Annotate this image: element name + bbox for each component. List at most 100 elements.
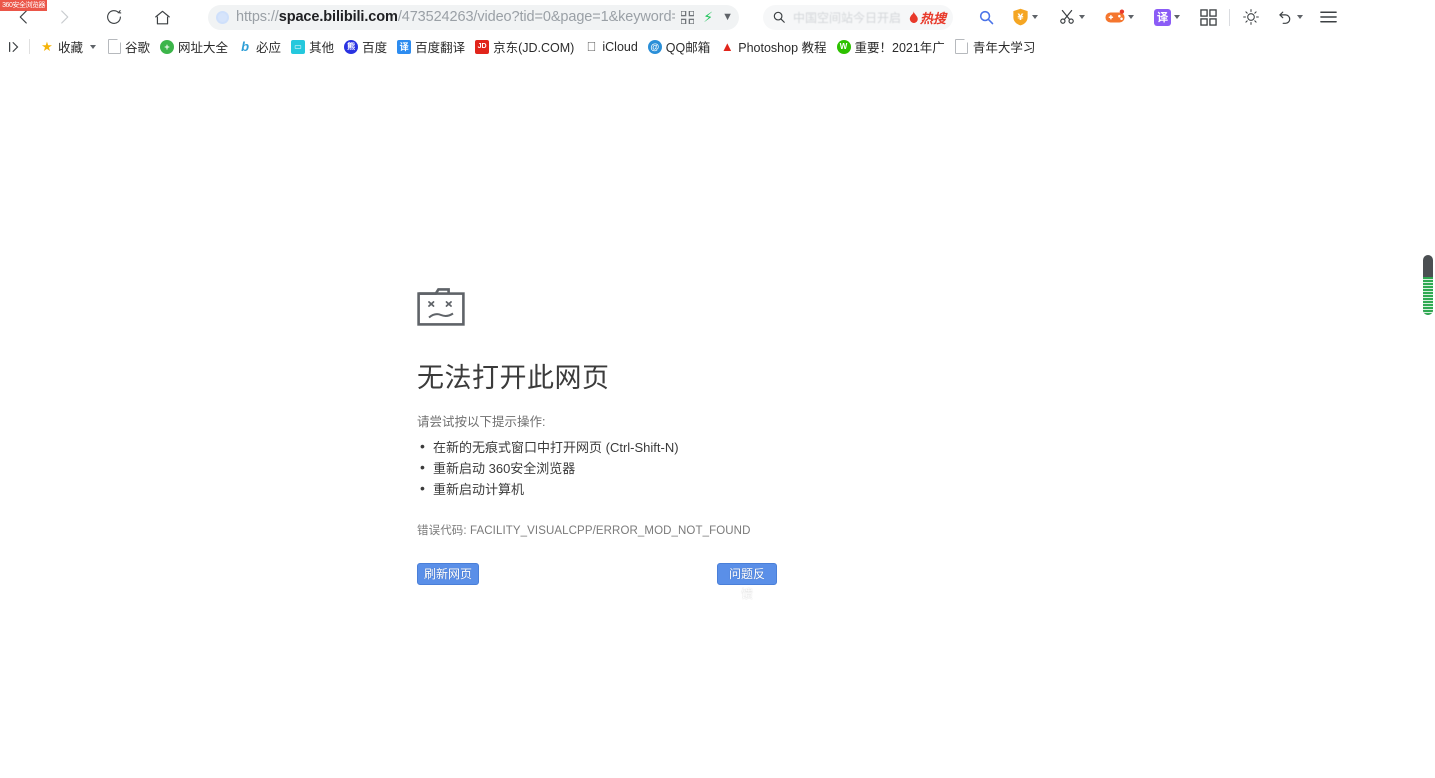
report-problem-button[interactable]: 问题反馈 (717, 563, 777, 585)
bookmark-label: 网址大全 (178, 37, 228, 56)
page-title: 无法打开此网页 (417, 356, 1117, 395)
toolbar-game-button[interactable] (1100, 0, 1139, 34)
apple-icon:  (584, 40, 598, 54)
scrollbar-thumb[interactable] (1423, 255, 1433, 315)
toolbar-menu-button[interactable] (1314, 0, 1343, 34)
list-item: 在新的无痕式窗口中打开网页 (Ctrl-Shift-N) (417, 437, 1117, 458)
list-item: 重新启动 360安全浏览器 (417, 458, 1117, 479)
error-page: 无法打开此网页 请尝试按以下提示操作: 在新的无痕式窗口中打开网页 (Ctrl-… (417, 284, 1117, 587)
search-icon (772, 10, 786, 24)
toolbar-apps-button[interactable] (1195, 0, 1222, 34)
bookmark-item-baidu[interactable]: 熊 百度 (339, 35, 392, 58)
apps-grid-icon (1200, 9, 1217, 26)
svg-text:¥: ¥ (1018, 13, 1024, 23)
bookmark-label: 重要！2021年广 (855, 37, 945, 56)
game-controller-icon (1105, 9, 1125, 25)
toolbar-screenshot-button[interactable] (1053, 0, 1090, 34)
address-bar-url: https://space.bilibili.com/473524263/vid… (236, 9, 675, 25)
translate-dropdown-caret-icon[interactable] (1174, 15, 1180, 19)
list-item: 重新启动计算机 (417, 479, 1117, 500)
page-scrollbar[interactable] (1420, 59, 1435, 778)
bookmark-label: Photoshop 教程 (738, 37, 826, 56)
scrollbar-thumb-accent (1423, 277, 1433, 315)
flame-icon (907, 11, 919, 24)
bookmark-item-other[interactable]: ▭ 其他 (286, 35, 339, 58)
bookmark-item-qqmail[interactable]: @ QQ邮箱 (643, 35, 715, 58)
bookmarks-divider (29, 39, 30, 54)
photoshop-icon: ▲ (720, 40, 734, 54)
site-info-icon[interactable] (216, 11, 229, 24)
bookmarks-overflow-button[interactable] (4, 38, 24, 56)
refresh-page-button[interactable]: 刷新网页 (417, 563, 479, 585)
hamburger-menu-icon (1319, 9, 1338, 25)
favorites-caret-icon[interactable] (90, 45, 96, 49)
bookmark-item-youth-study[interactable]: 青年大学习 (950, 35, 1041, 58)
bookmark-item-baidu-fanyi[interactable]: 译 百度翻译 (392, 35, 470, 58)
star-icon: ★ (40, 40, 54, 54)
toolbar-undo-button[interactable] (1271, 0, 1308, 34)
bookmark-item-google[interactable]: 谷歌 (102, 35, 155, 58)
bookmark-label: iCloud (602, 40, 637, 54)
error-code: 错误代码: FACILITY_VISUALCPP/ERROR_MOD_NOT_F… (417, 522, 1117, 538)
lightning-icon[interactable]: ⚡ (703, 10, 713, 24)
reload-button[interactable] (94, 0, 134, 34)
forward-button[interactable] (44, 0, 84, 34)
jd-icon: JD (475, 40, 489, 54)
bookmarks-overflow-icon (7, 40, 21, 54)
bookmark-label: 青年大学习 (973, 37, 1036, 56)
bookmark-item-favorites[interactable]: ★ 收藏 (35, 35, 88, 58)
chevron-down-icon[interactable]: ▼ (722, 12, 733, 23)
page-icon (955, 40, 969, 54)
undo-dropdown-caret-icon[interactable] (1297, 15, 1303, 19)
url-scheme: https:// (236, 9, 279, 25)
reload-icon (105, 8, 123, 26)
search-input-placeholder[interactable]: 中国空间站今日开启 (793, 9, 907, 26)
toolbar-search-button[interactable] (973, 0, 1000, 34)
toolbar-translate-button[interactable]: 译 (1149, 0, 1185, 34)
brightness-icon (1242, 8, 1260, 26)
bookmark-label: QQ邮箱 (666, 37, 710, 56)
bookmark-label: 收藏 (58, 37, 83, 56)
toolbar-shield-button[interactable]: ¥ (1007, 0, 1043, 34)
bookmark-label: 京东(JD.COM) (493, 37, 574, 56)
bing-icon: b (238, 40, 252, 54)
error-subtitle: 请尝试按以下提示操作: (417, 411, 1117, 430)
search-box[interactable]: 中国空间站今日开启 热搜 (763, 5, 953, 30)
address-bar[interactable]: https://space.bilibili.com/473524263/vid… (208, 5, 739, 30)
sad-folder-icon (417, 284, 465, 326)
bookmark-item-jd[interactable]: JD 京东(JD.COM) (470, 35, 579, 58)
page-viewport: 无法打开此网页 请尝试按以下提示操作: 在新的无痕式窗口中打开网页 (Ctrl-… (0, 59, 1435, 778)
url-path: /473524263/video?tid=0&page=1&keyword=&o… (398, 9, 675, 25)
error-actions: 刷新网页 问题反馈 (417, 563, 777, 587)
screenshot-dropdown-caret-icon[interactable] (1079, 15, 1085, 19)
url-domain: space.bilibili.com (279, 9, 398, 25)
forward-arrow-icon (55, 8, 73, 26)
scissors-icon (1058, 8, 1076, 26)
hot-search-label: 热搜 (920, 8, 946, 27)
folder-icon: ▭ (291, 40, 305, 54)
game-dropdown-caret-icon[interactable] (1128, 15, 1134, 19)
bookmark-label: 百度 (362, 37, 387, 56)
undo-icon (1276, 8, 1294, 26)
bookmark-label: 必应 (256, 37, 281, 56)
hot-search-badge[interactable]: 热搜 (907, 8, 949, 27)
magnifier-icon (978, 9, 995, 26)
browser-toolbar: 360安全浏览器 https://space.bilibili.com/4735… (0, 0, 1435, 34)
bookmark-item-important[interactable]: W 重要！2021年广 (832, 35, 950, 58)
bookmark-label: 其他 (309, 37, 334, 56)
bookmark-item-hao123[interactable]: + 网址大全 (155, 35, 233, 58)
qqmail-icon: @ (648, 40, 662, 54)
toolbar-brightness-button[interactable] (1237, 0, 1265, 34)
suggestion-list: 在新的无痕式窗口中打开网页 (Ctrl-Shift-N) 重新启动 360安全浏… (417, 437, 1117, 500)
corner-brand-badge: 360安全浏览器 (0, 0, 47, 11)
home-button[interactable] (142, 0, 182, 34)
shield-icon: ¥ (1012, 8, 1029, 26)
bookmarks-bar: ★ 收藏 谷歌 + 网址大全 b 必应 ▭ 其他 熊 百度 译 百度翻译 JD … (0, 34, 1435, 59)
hao123-icon: + (160, 40, 174, 54)
bookmark-item-icloud[interactable]:  iCloud (579, 38, 642, 56)
bookmark-item-photoshop[interactable]: ▲ Photoshop 教程 (715, 35, 831, 58)
qrcode-icon[interactable] (681, 11, 694, 24)
baidu-icon: 熊 (344, 40, 358, 54)
shield-dropdown-caret-icon[interactable] (1032, 15, 1038, 19)
bookmark-item-bing[interactable]: b 必应 (233, 35, 286, 58)
